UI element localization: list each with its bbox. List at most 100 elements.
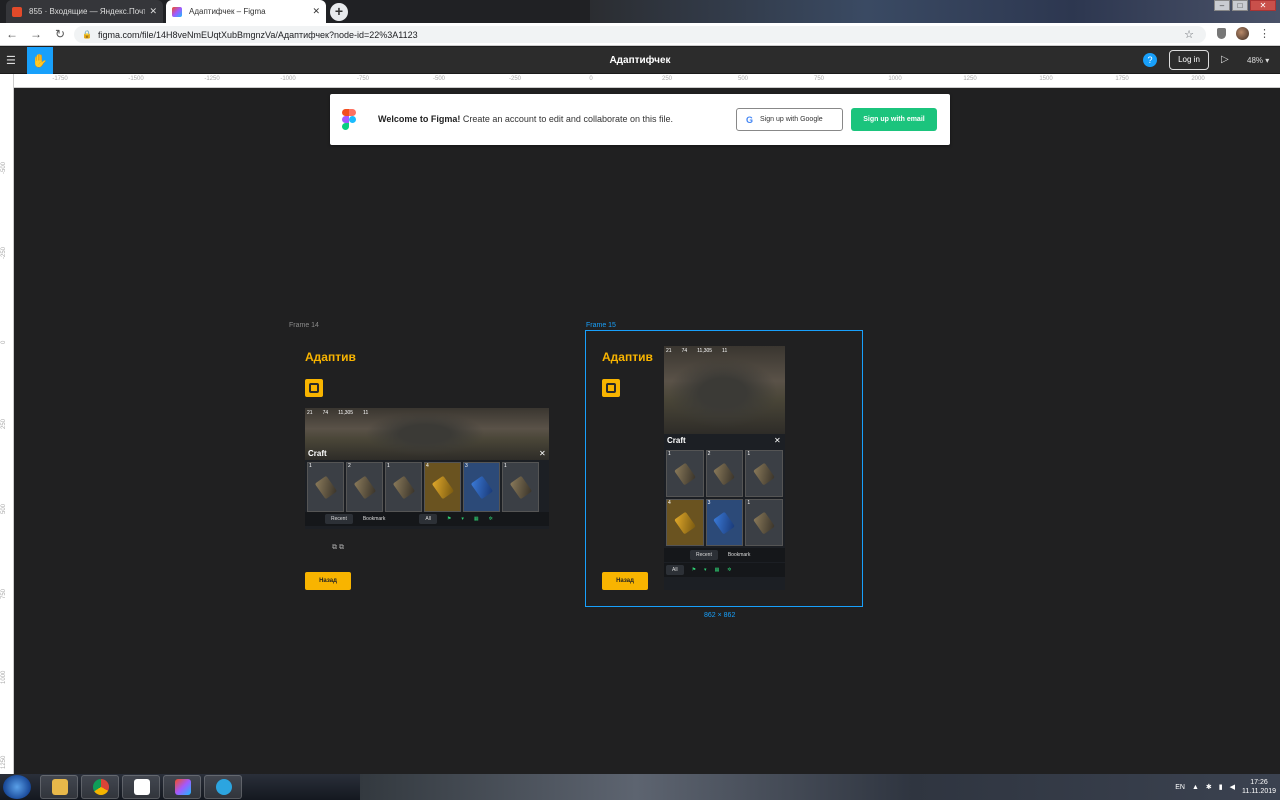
game-bottom-bar: Recent Bookmark All ⚑ ▾ ▦ ✲ — [305, 512, 549, 526]
bookmark-tab[interactable]: Bookmark — [363, 516, 386, 522]
clock[interactable]: 17:26 11.11.2019 — [1242, 778, 1276, 796]
hud-level: 21 — [666, 348, 672, 354]
craft-cards-portrait: 1 2 1 4 3 1 — [666, 450, 783, 546]
tool-icon — [713, 511, 736, 535]
craft-title: Craft — [667, 436, 686, 445]
close-icon[interactable]: ✕ — [539, 449, 546, 458]
forward-icon[interactable]: → — [24, 27, 48, 41]
maximize-button[interactable]: □ — [1232, 0, 1248, 11]
craft-card[interactable]: 1 — [502, 462, 539, 512]
close-icon[interactable]: ✕ — [149, 6, 157, 17]
game-scene — [664, 346, 785, 434]
craft-card[interactable]: 2 — [346, 462, 383, 512]
craft-card[interactable]: 3 — [463, 462, 500, 512]
flag-icon[interactable]: ⚑ — [447, 516, 451, 522]
figma-button[interactable] — [163, 775, 201, 799]
telegram-icon — [216, 779, 232, 795]
craft-card[interactable]: 1 — [307, 462, 344, 512]
menu-icon[interactable]: ⋮ — [1259, 27, 1270, 40]
slack-button[interactable] — [122, 775, 160, 799]
craft-card[interactable]: 1 — [745, 499, 783, 546]
ruler-tick-label: -250 — [1, 246, 7, 259]
craft-card[interactable]: 3 — [705, 499, 744, 546]
close-icon[interactable]: ✕ — [774, 436, 781, 445]
telegram-button[interactable] — [204, 775, 242, 799]
ruler-tick-label: 1250 — [963, 76, 977, 82]
figma-logo-icon — [342, 109, 356, 131]
volume-icon[interactable]: ◀ — [1230, 783, 1235, 791]
bookmark-tab[interactable]: Bookmark — [728, 552, 751, 558]
close-icon[interactable]: ✕ — [312, 6, 320, 17]
ruler-tick-label: 250 — [661, 76, 673, 82]
zoom-dropdown[interactable]: 48% ▾ — [1247, 56, 1269, 65]
explorer-button[interactable] — [40, 775, 78, 799]
help-icon[interactable]: ? — [1143, 53, 1157, 67]
frame-14-heading: Адаптив — [305, 350, 356, 364]
rotate-button[interactable] — [305, 379, 323, 397]
tab-figma[interactable]: Адаптифчек – Figma ✕ — [166, 0, 326, 23]
all-tab[interactable]: All — [666, 565, 684, 575]
frame-14-label[interactable]: Frame 14 — [289, 322, 319, 329]
back-icon[interactable]: ← — [0, 27, 24, 41]
system-tray: EN ▲ ✱ ▮ ◀ 17:26 11.11.2019 — [1175, 774, 1276, 800]
window-controls: – □ ✕ — [1214, 0, 1276, 11]
url-input[interactable]: 🔒 figma.com/file/14H8veNmEUqtXubBmgnzVa/… — [74, 26, 1206, 43]
login-button[interactable]: Log in — [1169, 50, 1209, 70]
gear-icon[interactable]: ✲ — [727, 567, 731, 573]
extension-icon[interactable] — [1217, 28, 1226, 39]
network-icon[interactable]: ▮ — [1219, 783, 1223, 791]
rotate-icon — [309, 383, 319, 393]
ruler-tick-label: 1000 — [888, 76, 902, 82]
all-tab[interactable]: All — [419, 514, 437, 524]
hud-level: 21 — [307, 410, 313, 416]
map-icon[interactable]: ▦ — [715, 567, 720, 573]
ruler-tick-label: 1250 — [1, 755, 7, 769]
frame-15-label[interactable]: Frame 15 — [586, 322, 616, 329]
game-hud: 21 74 11,305 11 — [307, 409, 547, 417]
hud-gold: 11,305 — [697, 348, 713, 354]
start-button[interactable] — [3, 775, 31, 799]
reload-icon[interactable]: ↻ — [48, 27, 72, 41]
new-tab-button[interactable]: + — [330, 3, 348, 21]
avatar[interactable] — [1236, 27, 1249, 40]
craft-card[interactable]: 4 — [424, 462, 461, 512]
chrome-icon — [93, 779, 109, 795]
file-title: Адаптифчек — [609, 55, 671, 66]
minimize-button[interactable]: – — [1214, 0, 1230, 11]
ruler-tick-label: 1500 — [1039, 76, 1053, 82]
copy-icons[interactable]: ⧉ ⧉ — [332, 544, 344, 552]
card-number: 1 — [504, 463, 507, 469]
map-icon[interactable]: ▦ — [474, 516, 479, 522]
gear-icon[interactable]: ✲ — [489, 516, 493, 522]
signup-email-button[interactable]: Sign up with email — [851, 108, 937, 131]
back-button[interactable]: Назад — [305, 572, 351, 590]
shirt-icon[interactable]: ▾ — [461, 516, 464, 522]
close-window-button[interactable]: ✕ — [1250, 0, 1276, 11]
craft-card[interactable]: 1 — [666, 450, 704, 497]
craft-card[interactable]: 2 — [705, 450, 744, 497]
tray-expand-icon[interactable]: ▲ — [1192, 784, 1199, 791]
chrome-button[interactable] — [81, 775, 119, 799]
flag-icon[interactable]: ⚑ — [692, 567, 696, 573]
tank-image — [668, 358, 778, 428]
recent-tab[interactable]: Recent — [690, 550, 718, 560]
ruler-tick-label: -250 — [508, 76, 522, 82]
game-hud: 21 74 11,305 11 — [666, 347, 783, 355]
card-number: 4 — [668, 500, 671, 506]
tab-mail[interactable]: 855 · Входящие — Яндекс.Почта ✕ — [6, 0, 163, 23]
language-indicator[interactable]: EN — [1175, 784, 1185, 791]
shirt-icon[interactable]: ▾ — [704, 567, 707, 573]
browser-tabstrip: 855 · Входящие — Яндекс.Почта ✕ Адаптифч… — [0, 0, 1280, 23]
back-button[interactable]: Назад — [602, 572, 648, 590]
craft-card[interactable]: 1 — [745, 450, 783, 497]
craft-card[interactable]: 1 — [385, 462, 422, 512]
rotate-button[interactable] — [602, 379, 620, 397]
bookmark-star-icon[interactable]: ☆ — [1184, 28, 1194, 41]
ruler-tick-label: 2000 — [1191, 76, 1205, 82]
craft-card[interactable]: 4 — [666, 499, 704, 546]
tool-icon — [753, 462, 776, 486]
bluetooth-icon[interactable]: ✱ — [1206, 783, 1212, 791]
signup-google-button[interactable]: G Sign up with Google — [736, 108, 843, 131]
present-icon[interactable]: ▷ — [1221, 54, 1229, 65]
recent-tab[interactable]: Recent — [325, 514, 353, 524]
